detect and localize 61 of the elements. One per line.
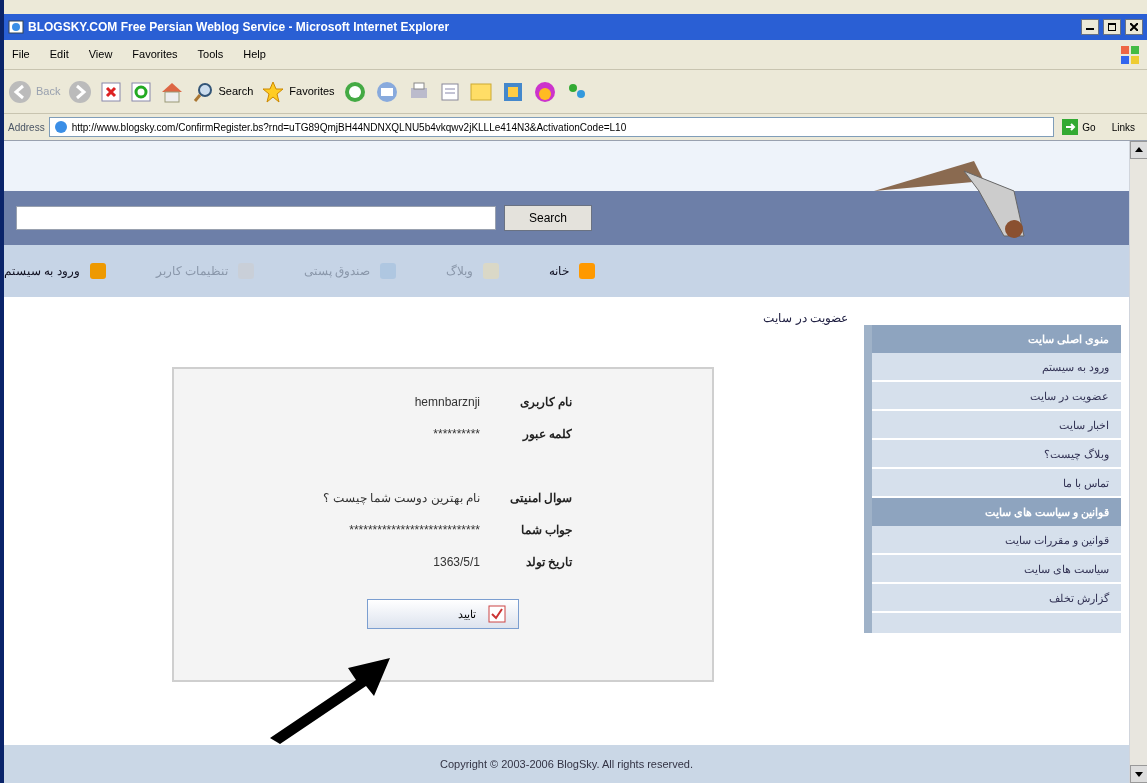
field-label: نام کاربری: [518, 394, 572, 411]
menu-item[interactable]: View: [88, 46, 113, 63]
sidebar-heading: منوی اصلی سایت: [872, 325, 1121, 353]
menu-item[interactable]: Favorites: [132, 46, 178, 63]
history-icon[interactable]: [342, 79, 367, 104]
scroll-up-icon[interactable]: [1130, 141, 1147, 159]
field-value: نام بهترین دوست شما چیست ؟: [323, 490, 480, 507]
sidebar-link[interactable]: ورود به سیستم: [872, 353, 1121, 382]
close-button[interactable]: [1125, 19, 1143, 35]
nav-link[interactable]: خانه: [549, 261, 598, 281]
search-icon: [192, 80, 215, 103]
site-search-button[interactable]: Search: [504, 205, 593, 231]
breadcrumb: عضویت در سایت: [763, 310, 848, 327]
nav-icon: [87, 261, 108, 281]
stop-icon[interactable]: [100, 80, 123, 103]
field-label: تاریخ تولد: [524, 554, 572, 571]
site-search-field[interactable]: [16, 206, 496, 230]
minimize-button[interactable]: [1081, 19, 1099, 35]
address-field[interactable]: http://www.blogsky.com/ConfirmRegister.bs?rnd=uTG89QmjBH44NDNXQLNU5b4vkqwv2jKLLLe414N3&ActivationCode=L10: [48, 117, 1055, 137]
menu-item[interactable]: Help: [243, 46, 266, 63]
window-title: BLOGSKY.COM Free Persian Weblog Service - Microsoft Internet Explorer: [28, 19, 451, 36]
maximize-button[interactable]: [1103, 19, 1121, 35]
page-icon: [53, 120, 68, 134]
menu-item[interactable]: Tools: [197, 46, 224, 63]
nav-icon: [577, 261, 598, 281]
sidebar-link[interactable]: گزارش تخلف: [872, 584, 1121, 613]
star-icon: [261, 79, 286, 104]
links-button[interactable]: Links: [1103, 119, 1143, 135]
favorites-button[interactable]: Favorites: [261, 79, 335, 104]
field-label: جواب شما: [519, 522, 572, 539]
forward-icon[interactable]: [68, 79, 93, 104]
menu-item[interactable]: File: [12, 46, 30, 63]
nav-link[interactable]: ورود به سیستم: [4, 261, 108, 281]
menu-item[interactable]: Edit: [49, 46, 69, 63]
copyright-text: Copyright © 2003-2006 BlogSky. All rights reserved.: [439, 756, 694, 772]
sidebar-link[interactable]: عضویت در سایت: [872, 382, 1121, 411]
edit-icon[interactable]: [438, 80, 461, 103]
sidebar-link[interactable]: وبلاگ چیست؟: [872, 440, 1121, 469]
confirm-button[interactable]: تایید: [367, 599, 519, 629]
go-button[interactable]: Go: [1058, 119, 1100, 135]
close-icon: [1130, 23, 1138, 31]
sidebar-link[interactable]: سیاست های سایت: [872, 555, 1121, 584]
scroll-down-icon[interactable]: [1130, 765, 1147, 783]
sidebar-heading: قوانین و سیاست های سایت: [872, 498, 1121, 526]
field-value: hemnbarznji: [414, 394, 480, 411]
field-value: ****************************: [349, 522, 480, 539]
search-button[interactable]: Search: [192, 80, 254, 103]
field-value: 1363/5/1: [433, 554, 480, 571]
nav-icon: [481, 261, 502, 281]
scrollbar[interactable]: [1129, 141, 1147, 783]
sidebar-link[interactable]: اخبار سایت: [872, 411, 1121, 440]
field-value: **********: [433, 426, 480, 443]
mail-icon[interactable]: [374, 79, 399, 104]
address-label: Address: [8, 120, 45, 135]
field-label: کلمه عبور: [521, 426, 572, 443]
refresh-icon[interactable]: [130, 80, 153, 103]
field-label: سوال امنیتی: [508, 490, 572, 507]
messenger-icon[interactable]: [532, 79, 557, 104]
browser-icon: [8, 19, 24, 35]
confirm-icon: [488, 605, 506, 623]
sidebar-link[interactable]: قوانین و مقررات سایت: [872, 526, 1121, 555]
